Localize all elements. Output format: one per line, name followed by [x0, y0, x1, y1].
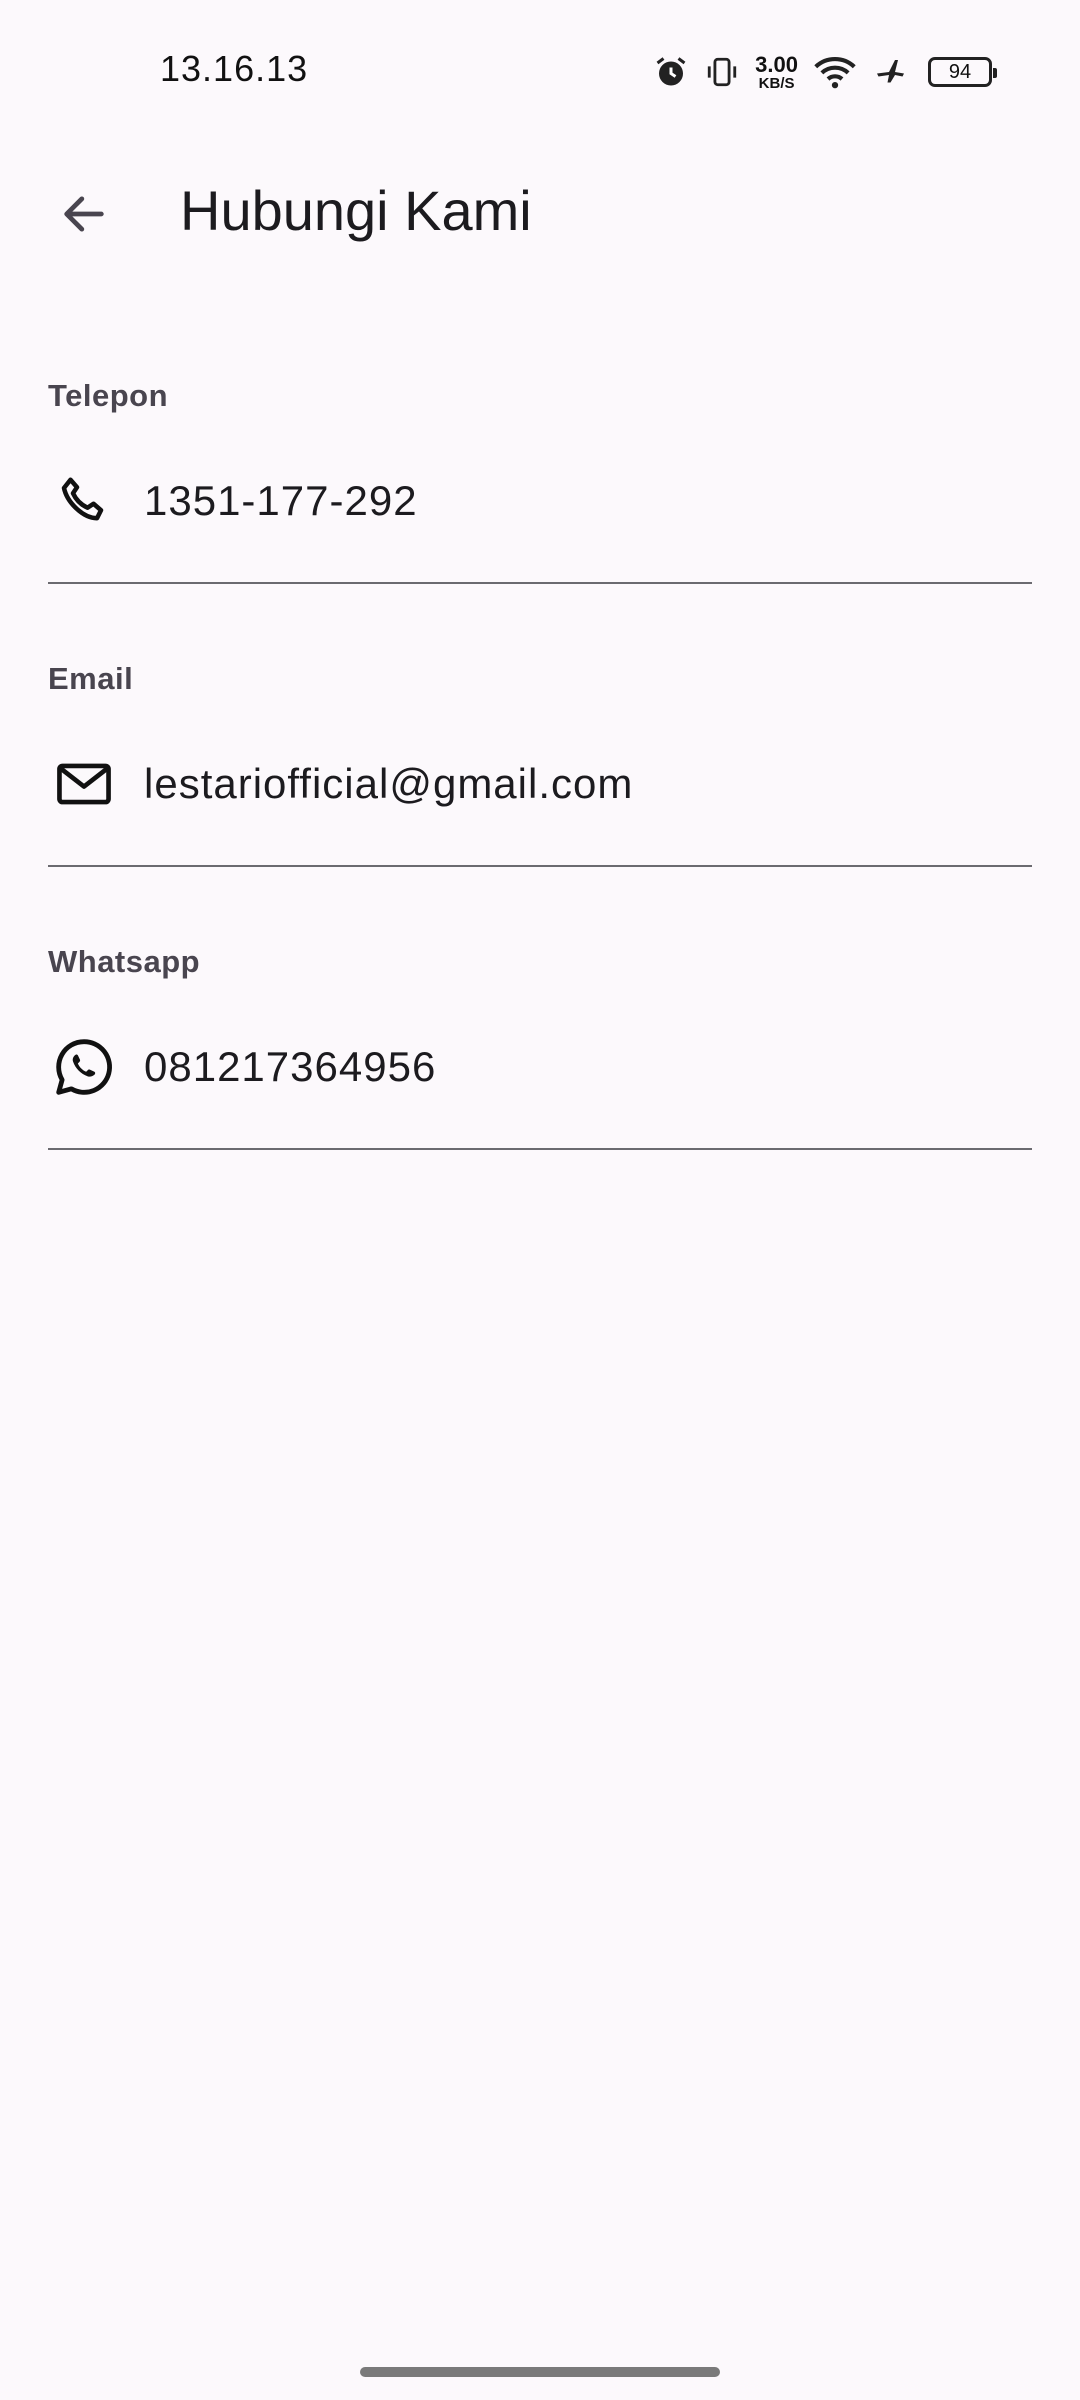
section-label-email: Email [48, 661, 134, 696]
network-speed-value: 3.00 [755, 51, 798, 77]
email-field[interactable]: lestariofficial@gmail.com [48, 725, 1032, 843]
status-icons: 3.00 KB/S 94 [653, 50, 997, 94]
back-button[interactable] [36, 168, 132, 264]
vibrate-icon [705, 54, 739, 90]
email-divider [48, 865, 1032, 867]
phone-icon [52, 469, 116, 533]
section-label-phone: Telepon [48, 378, 169, 413]
app-bar: Hubungi Kami [0, 140, 1080, 276]
page-title: Hubungi Kami [180, 179, 532, 242]
network-speed: 3.00 KB/S [755, 51, 798, 92]
whatsapp-icon [52, 1035, 116, 1099]
status-bar: 13.16.13 3.00 KB/S 94 [0, 0, 1080, 120]
mail-icon [52, 752, 116, 816]
section-label-whatsapp: Whatsapp [48, 944, 201, 979]
wifi-icon [814, 54, 856, 90]
alarm-icon [653, 54, 689, 90]
contact-section-phone: Telepon 1351-177-292 [48, 378, 1032, 584]
airplane-icon [872, 54, 912, 90]
contact-section-email: Email lestariofficial@gmail.com [48, 661, 1032, 867]
whatsapp-divider [48, 1148, 1032, 1150]
phone-field[interactable]: 1351-177-292 [48, 442, 1032, 560]
phone-value: 1351-177-292 [144, 477, 418, 524]
status-time: 13.16.13 [160, 48, 309, 89]
whatsapp-value: 081217364956 [144, 1043, 437, 1090]
phone-divider [48, 582, 1032, 584]
network-speed-unit: KB/S [758, 74, 795, 92]
battery-icon: 94 [928, 57, 997, 87]
email-value: lestariofficial@gmail.com [144, 760, 634, 807]
whatsapp-field[interactable]: 081217364956 [48, 1008, 1032, 1126]
contact-section-whatsapp: Whatsapp 081217364956 [48, 944, 1032, 1150]
home-indicator[interactable] [360, 2367, 720, 2377]
battery-level: 94 [948, 60, 972, 83]
arrow-back-icon [58, 188, 110, 245]
